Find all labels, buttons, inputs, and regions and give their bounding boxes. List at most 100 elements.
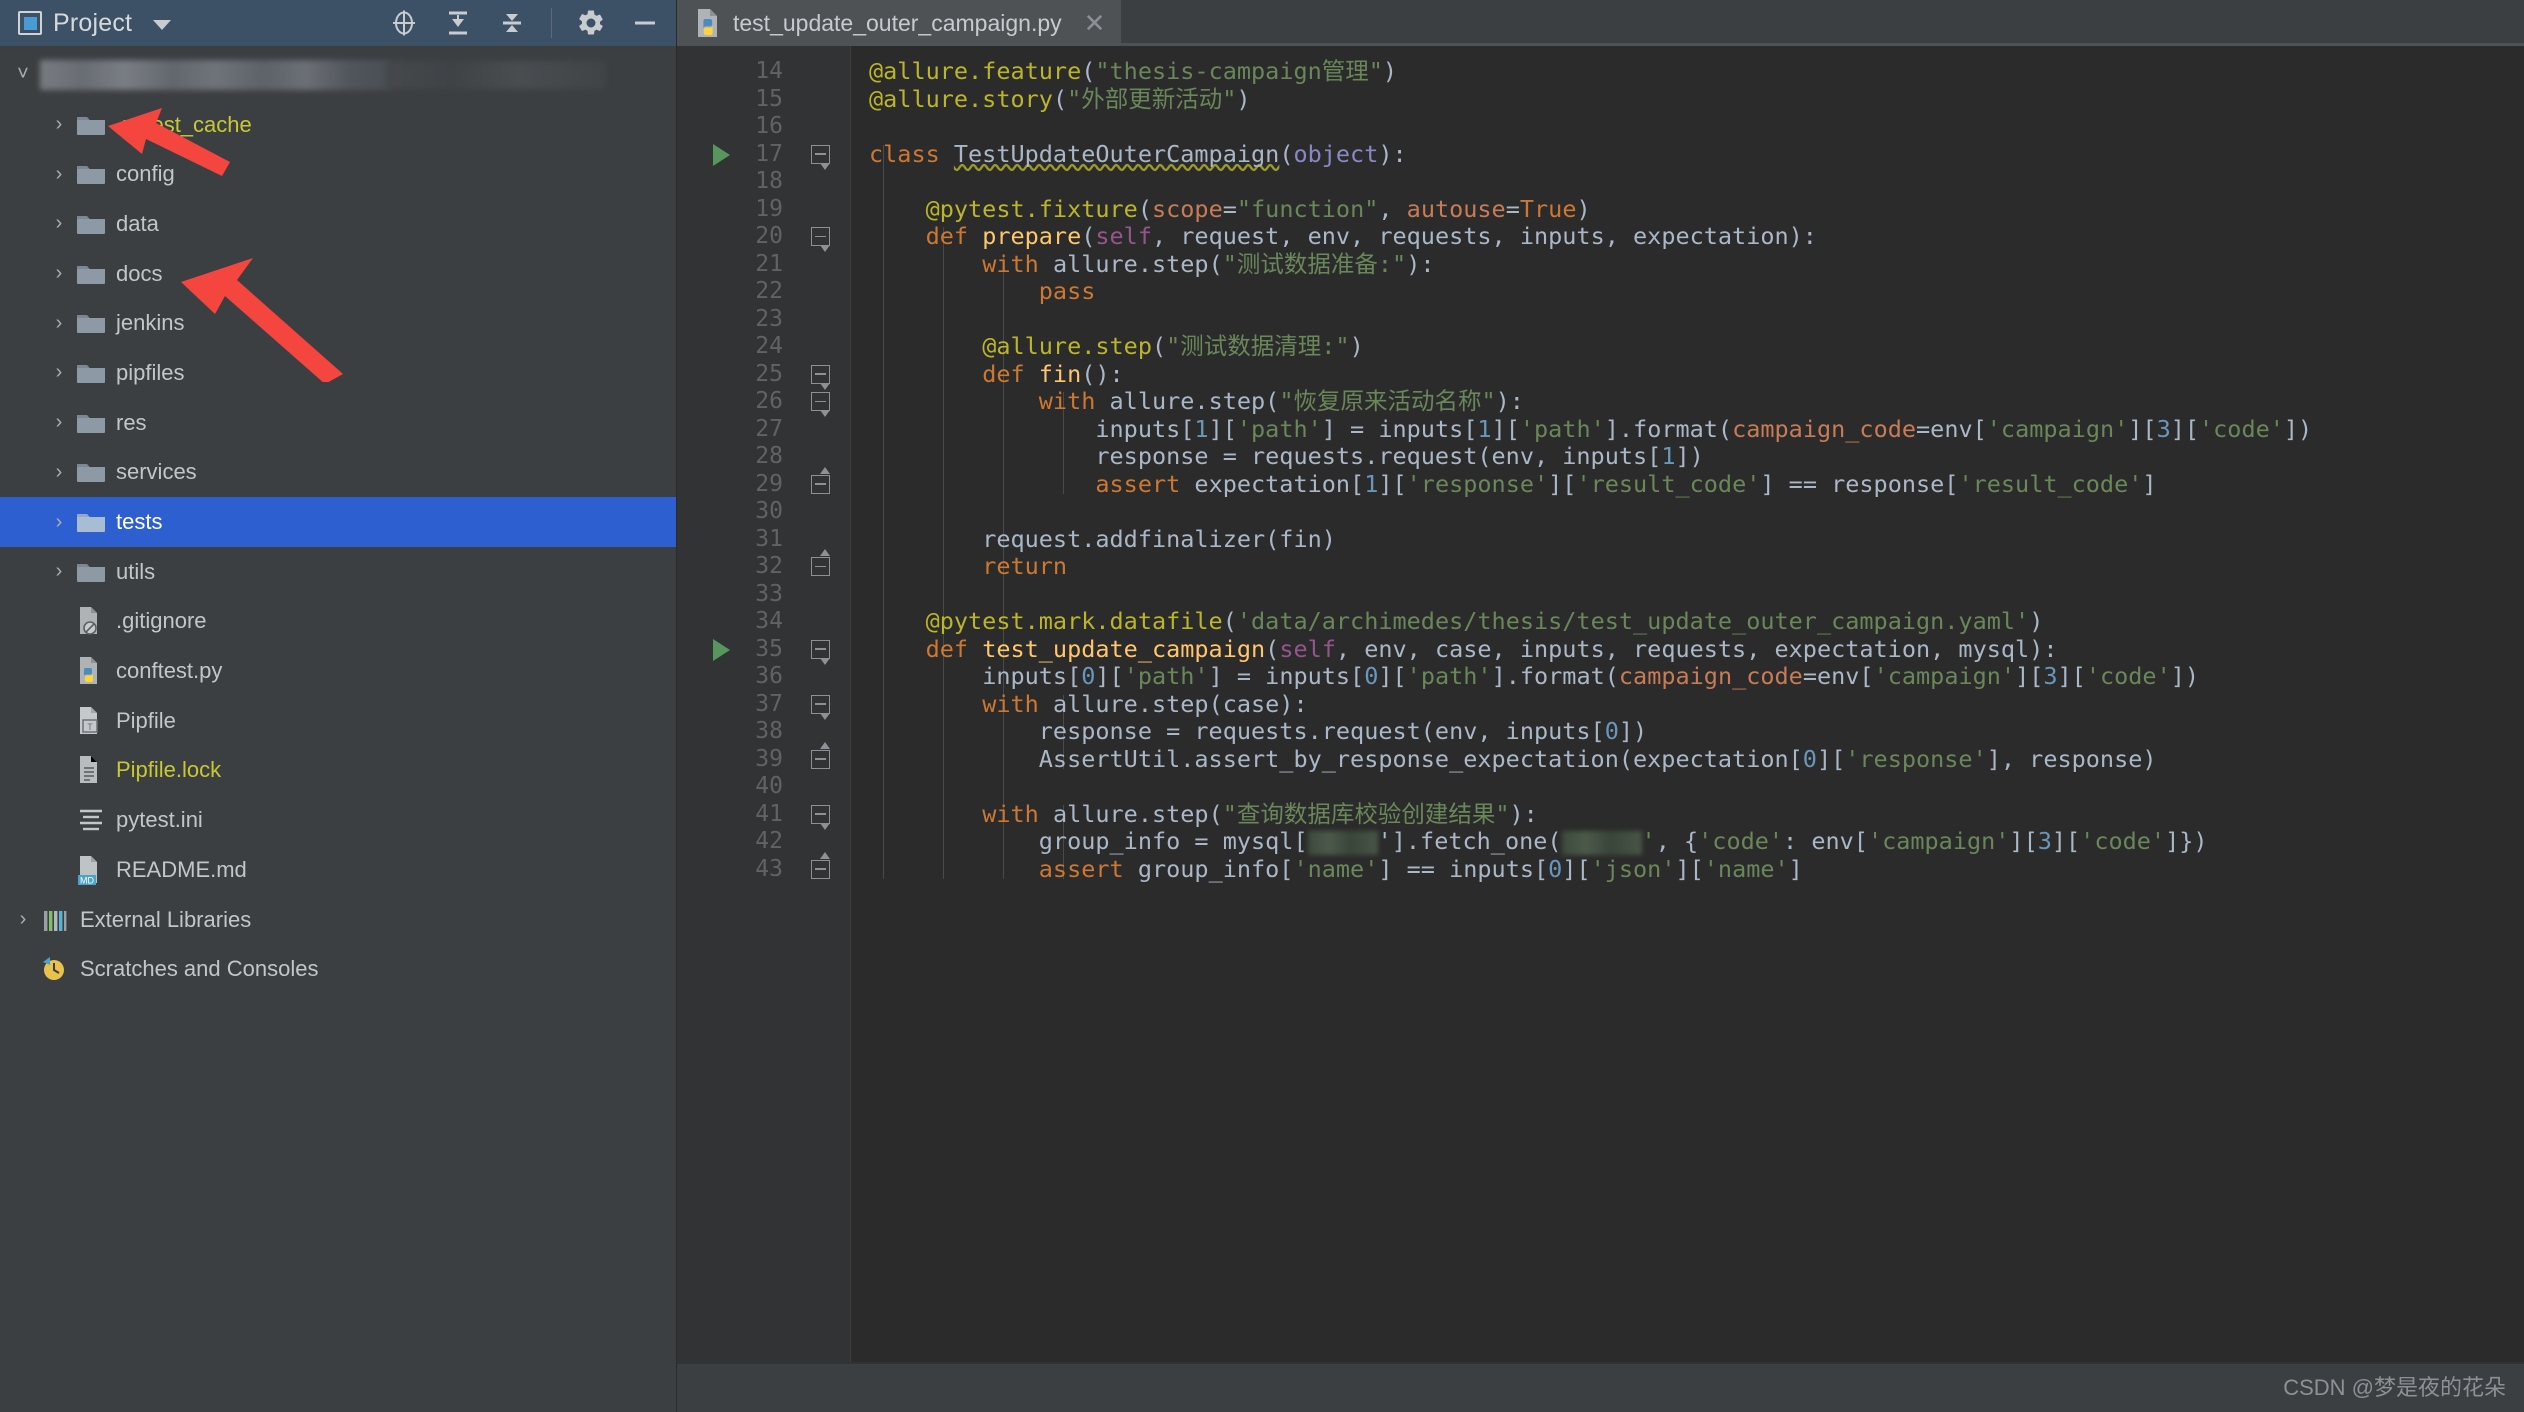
tree-item-tests[interactable]: ›tests — [0, 497, 676, 547]
editor-tab-test-update-outer-campaign[interactable]: test_update_outer_campaign.py ✕ — [677, 0, 1121, 46]
chevron-right-icon[interactable]: › — [8, 905, 38, 935]
tree-item-label: utils — [116, 559, 155, 585]
chevron-right-icon[interactable]: › — [44, 209, 74, 239]
code-fold-toggle[interactable] — [811, 695, 830, 714]
code-line[interactable]: class TestUpdateOuterCampaign(object): — [869, 141, 1407, 169]
chevron-right-icon[interactable]: › — [44, 259, 74, 289]
code-line[interactable]: AssertUtil.assert_by_response_expectatio… — [869, 746, 2157, 774]
tree-item-config[interactable]: ›config — [0, 149, 676, 199]
code-fold-toggle[interactable] — [811, 640, 830, 659]
code-indent — [869, 525, 982, 553]
tree-item-res[interactable]: ›res — [0, 398, 676, 448]
project-toolbar: Project — [0, 0, 676, 46]
tree-root-row[interactable]: ˅ — [0, 50, 676, 100]
code-fold-toggle[interactable] — [811, 805, 830, 824]
code-line[interactable]: inputs[1]['path'] = inputs[1]['path'].fo… — [869, 416, 2312, 444]
code-line[interactable]: @pytest.fixture(scope="function", autous… — [869, 196, 1591, 224]
code-editor[interactable]: 1415161718192021222324252627282930313233… — [677, 46, 2524, 1412]
tree-item-utils[interactable]: › utils — [0, 547, 676, 597]
tree-item-label: pytest.ini — [116, 807, 203, 833]
ini-file-icon — [74, 805, 108, 835]
code-fold-toggle[interactable] — [811, 145, 830, 164]
tree-item-pipfile-lock[interactable]: Pipfile.lock — [0, 746, 676, 796]
tree-item-jenkins[interactable]: ›jenkins — [0, 298, 676, 348]
tree-item-pytest-cache[interactable]: ›.pytest_cache — [0, 100, 676, 150]
code-line[interactable]: @allure.story("外部更新活动") — [869, 86, 1251, 114]
tree-item-data[interactable]: ›data — [0, 199, 676, 249]
code-line[interactable]: with allure.step("查询数据库校验创建结果"): — [869, 801, 1538, 829]
tree-item-label: README.md — [116, 857, 247, 883]
code-line[interactable]: def prepare(self, request, env, requests… — [869, 223, 1817, 251]
hide-minimize-icon[interactable] — [628, 6, 662, 40]
code-token: @allure.story — [869, 85, 1053, 113]
code-line[interactable]: return — [869, 553, 1067, 581]
tree-item-pipfile[interactable]: TPipfile — [0, 696, 676, 746]
chevron-right-icon[interactable]: › — [44, 507, 74, 537]
code-token: prepare — [982, 222, 1081, 250]
code-token: ] == response[ — [1760, 470, 1958, 498]
chevron-right-icon[interactable]: › — [44, 159, 74, 189]
code-token: ]}) — [2165, 827, 2207, 855]
code-line[interactable]: pass — [869, 278, 1095, 306]
code-fold-toggle[interactable] — [811, 750, 830, 769]
chevron-right-icon[interactable]: › — [44, 358, 74, 388]
code-line[interactable]: response = requests.request(env, inputs[… — [869, 443, 1704, 471]
code-fold-toggle[interactable] — [811, 557, 830, 576]
code-line[interactable]: @allure.step("测试数据清理:") — [869, 333, 1364, 361]
code-line[interactable]: assert group_info['name'] == inputs[0]['… — [869, 856, 1803, 884]
code-line[interactable]: with allure.step("恢复原来活动名称"): — [869, 388, 1524, 416]
code-fold-toggle[interactable] — [811, 860, 830, 879]
code-line[interactable]: response = requests.request(env, inputs[… — [869, 718, 1647, 746]
code-folding-strip[interactable] — [799, 46, 851, 1412]
code-fold-toggle[interactable] — [811, 392, 830, 411]
code-line[interactable]: @allure.feature("thesis-campaign管理") — [869, 58, 1397, 86]
chevron-right-icon[interactable]: › — [44, 557, 74, 587]
tree-item-pipfiles[interactable]: ›pipfiles — [0, 348, 676, 398]
source-code-text[interactable]: @allure.feature("thesis-campaign管理")@all… — [851, 46, 2524, 1412]
code-line[interactable]: def test_update_campaign(self, env, case… — [869, 636, 2057, 664]
chevron-right-icon[interactable]: › — [44, 110, 74, 140]
code-line[interactable]: @pytest.mark.datafile('data/archimedes/t… — [869, 608, 2043, 636]
code-line[interactable]: request.addfinalizer(fin) — [869, 526, 1336, 554]
code-fold-toggle[interactable] — [811, 365, 830, 384]
tree-item-services[interactable]: ›services — [0, 448, 676, 498]
project-file-tree[interactable]: ˅ ›.pytest_cache›config›data›docs›jenkin… — [0, 46, 676, 1412]
settings-gear-icon[interactable] — [574, 6, 608, 40]
code-line[interactable]: with allure.step("测试数据准备:"): — [869, 251, 1434, 279]
locate-icon[interactable] — [387, 6, 421, 40]
chevron-down-icon[interactable]: ˅ — [8, 60, 38, 90]
collapse-all-icon[interactable] — [495, 6, 529, 40]
code-line[interactable]: assert expectation[1]['response']['resul… — [869, 471, 2157, 499]
line-number-gutter[interactable]: 1415161718192021222324252627282930313233… — [677, 46, 799, 1412]
chevron-right-icon[interactable]: › — [44, 408, 74, 438]
code-line[interactable]: group_info = mysql['].fetch_one(', {'cod… — [869, 828, 2208, 856]
code-token: inputs[ — [982, 662, 1081, 690]
code-fold-toggle[interactable] — [811, 227, 830, 246]
code-fold-toggle[interactable] — [811, 475, 830, 494]
tree-item-docs[interactable]: ›docs — [0, 249, 676, 299]
tree-item-external-libraries[interactable]: ›External Libraries — [0, 895, 676, 945]
chevron-right-icon[interactable]: › — [44, 308, 74, 338]
close-icon[interactable]: ✕ — [1084, 8, 1106, 39]
folder-icon — [74, 311, 108, 335]
tree-item-conftest-py[interactable]: conftest.py — [0, 646, 676, 696]
expand-all-icon[interactable] — [441, 6, 475, 40]
chevron-right-icon[interactable]: › — [44, 457, 74, 487]
tree-item-pytest-ini[interactable]: pytest.ini — [0, 795, 676, 845]
run-test-icon[interactable] — [713, 144, 730, 166]
folder-icon — [74, 510, 108, 534]
project-tool-window-header[interactable]: Project — [18, 9, 171, 38]
code-token: ][ — [1209, 415, 1237, 443]
chevron-down-icon[interactable] — [153, 20, 171, 30]
tree-item-scratches-and-consoles[interactable]: Scratches and Consoles — [0, 944, 676, 994]
code-token: 'code' — [2199, 415, 2284, 443]
code-line[interactable]: inputs[0]['path'] = inputs[0]['path'].fo… — [869, 663, 2199, 691]
code-indent — [869, 717, 1039, 745]
code-token: , { — [1656, 827, 1698, 855]
run-test-icon[interactable] — [713, 639, 730, 661]
code-line[interactable]: def fin(): — [869, 361, 1124, 389]
code-line[interactable]: with allure.step(case): — [869, 691, 1308, 719]
tree-item-gitignore[interactable]: .gitignore — [0, 597, 676, 647]
code-token: , env, case, inputs, requests, expectati… — [1336, 635, 2029, 663]
tree-item-readme-md[interactable]: MDREADME.md — [0, 845, 676, 895]
